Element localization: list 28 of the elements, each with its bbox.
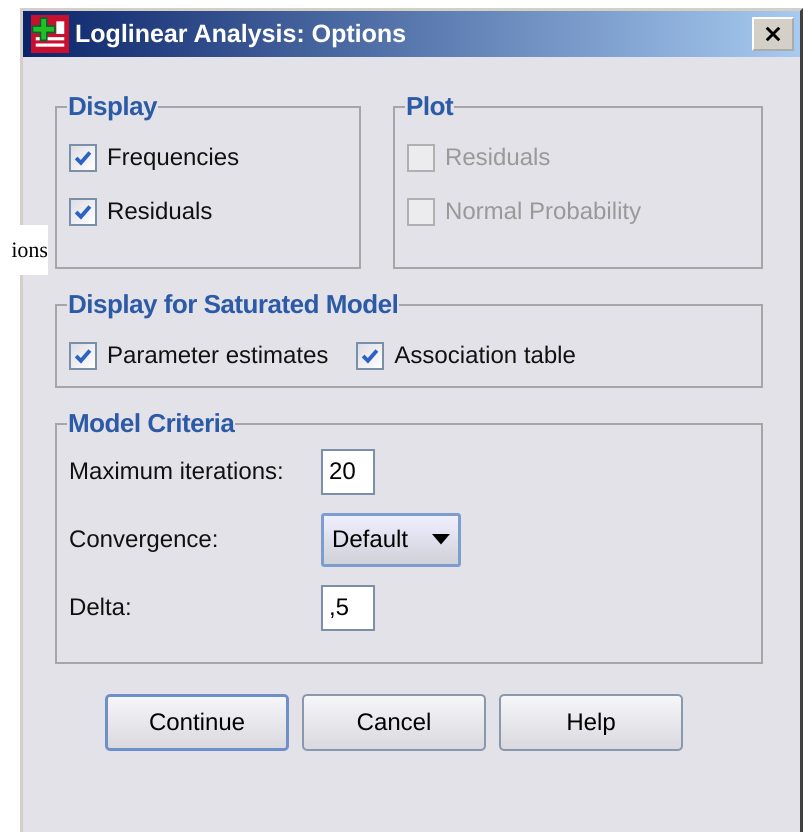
caret-icon (432, 534, 450, 546)
checkbox-label: Residuals (107, 198, 212, 226)
checkbox-label: Residuals (445, 144, 550, 172)
input-field[interactable]: ,5 (321, 585, 375, 631)
field-label: Convergence: (69, 526, 220, 554)
group-title: Plot (405, 91, 454, 122)
checkbox-label: Association table (394, 342, 576, 370)
checkbox-label: Normal Probability (445, 198, 642, 226)
checkbox[interactable] (69, 144, 97, 172)
dropdown[interactable]: Default (321, 513, 461, 567)
group-title: Display (67, 91, 158, 122)
window-title: Loglinear Analysis: Options (75, 20, 408, 48)
checkbox[interactable] (69, 342, 97, 370)
field-label: Maximum iterations: (69, 458, 285, 486)
dialog-button[interactable]: Continue (105, 694, 289, 751)
dialog-button[interactable]: Cancel (302, 694, 486, 751)
checkbox-label: Frequencies (107, 144, 240, 172)
group-title: Model Criteria (67, 408, 236, 439)
close-button[interactable] (752, 17, 794, 51)
field-label: Delta: (69, 594, 133, 622)
app-icon (31, 15, 69, 53)
checkbox[interactable] (356, 342, 384, 370)
group-title: Display for Saturated Model (67, 289, 400, 320)
input-field[interactable]: 20 (321, 449, 375, 495)
checkbox[interactable] (69, 198, 97, 226)
close-icon (763, 24, 783, 44)
checkbox-label: Parameter estimates (107, 342, 328, 370)
dialog-button[interactable]: Help (499, 694, 683, 751)
